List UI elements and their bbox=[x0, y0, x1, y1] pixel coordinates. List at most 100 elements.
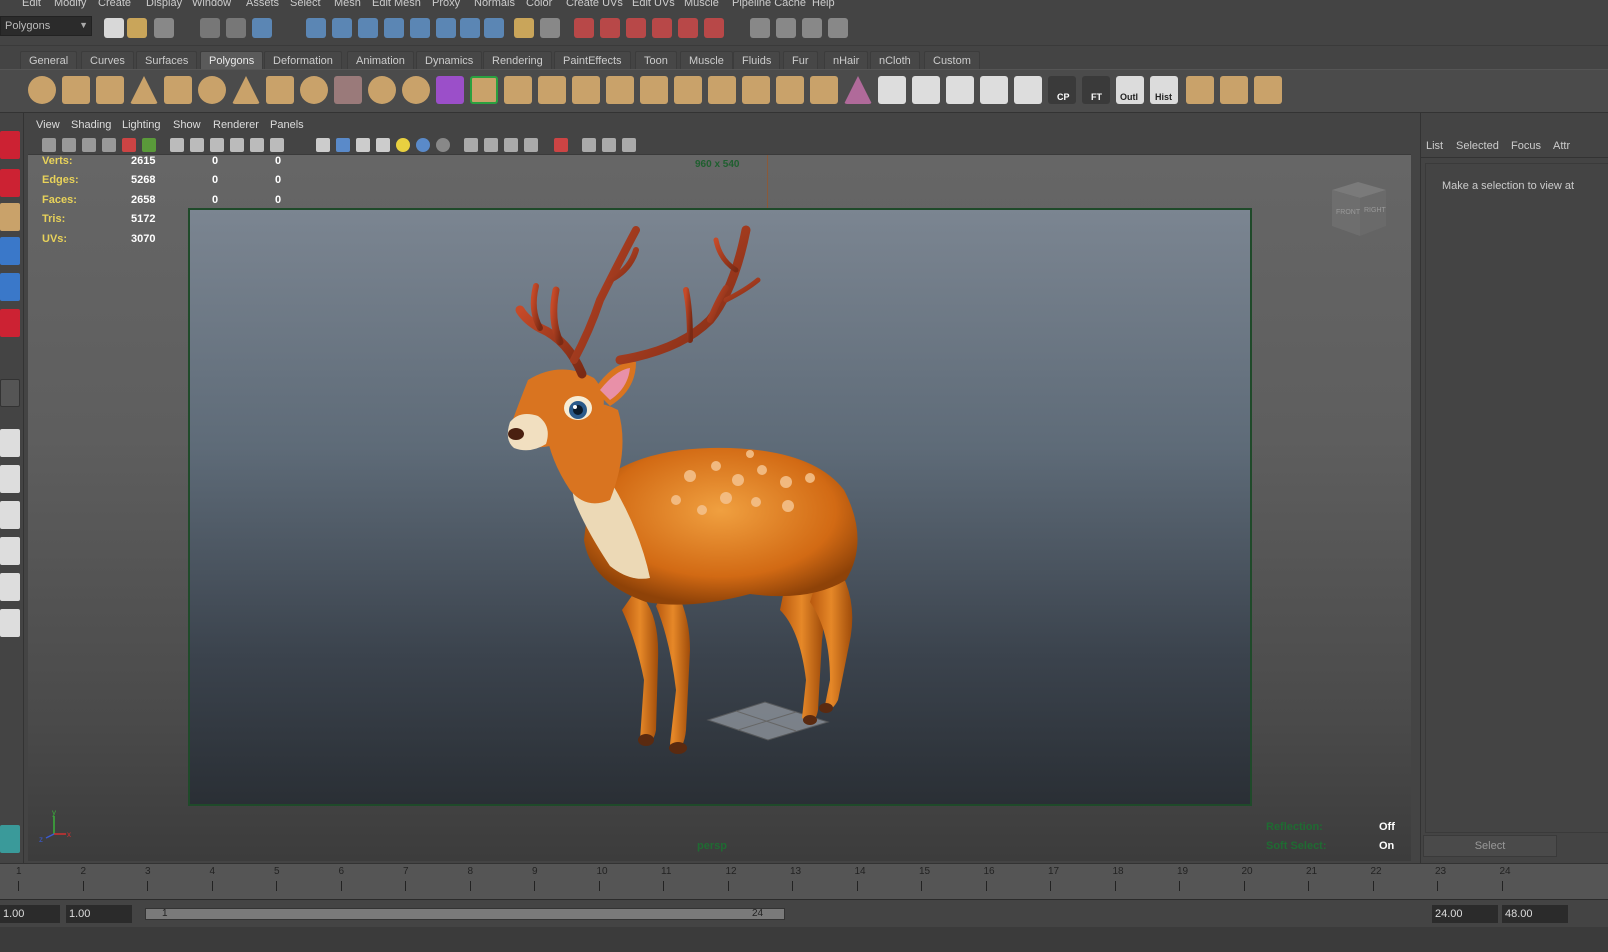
backface-culling-icon[interactable] bbox=[582, 138, 596, 152]
single-pane-layout-icon[interactable] bbox=[0, 429, 20, 457]
poly-sphere-icon[interactable] bbox=[28, 76, 56, 104]
grid-icon[interactable] bbox=[122, 138, 136, 152]
poly-cone-icon[interactable] bbox=[130, 76, 158, 104]
wireframe-icon[interactable] bbox=[316, 138, 330, 152]
select-camera-icon[interactable] bbox=[42, 138, 56, 152]
menu-display[interactable]: Display bbox=[146, 0, 182, 9]
shelf-tab-nhair[interactable]: nHair bbox=[824, 51, 869, 69]
deer-model[interactable] bbox=[190, 210, 1254, 808]
motion-blur-icon[interactable] bbox=[622, 138, 636, 152]
default-lighting-icon[interactable] bbox=[396, 138, 410, 152]
lock-selection-icon[interactable] bbox=[514, 18, 534, 38]
menu-window[interactable]: Window bbox=[192, 0, 231, 9]
automatic-map-icon[interactable] bbox=[980, 76, 1008, 104]
panel-menu-shading[interactable]: Shading bbox=[71, 119, 111, 131]
shelf-tab-custom[interactable]: Custom bbox=[924, 51, 980, 69]
playback-end-field[interactable]: 24.00 bbox=[1432, 905, 1498, 923]
select-dynamics-icon[interactable] bbox=[436, 18, 456, 38]
menu-muscle[interactable]: Muscle bbox=[684, 0, 719, 9]
smooth-wireframe-icon[interactable] bbox=[602, 138, 616, 152]
camera-attributes-icon[interactable] bbox=[62, 138, 76, 152]
select-handles-icon[interactable] bbox=[306, 18, 326, 38]
poly-plane-icon[interactable] bbox=[164, 76, 192, 104]
poly-cube-icon[interactable] bbox=[62, 76, 90, 104]
poly-pyramid-icon[interactable] bbox=[232, 76, 260, 104]
highlight-selection-icon[interactable] bbox=[540, 18, 560, 38]
shelf-tab-ncloth[interactable]: nCloth bbox=[870, 51, 920, 69]
reverse-normals-icon[interactable] bbox=[1220, 76, 1248, 104]
mirror-icon[interactable] bbox=[1186, 76, 1214, 104]
xray-icon[interactable] bbox=[464, 138, 478, 152]
bridge-icon[interactable] bbox=[504, 76, 532, 104]
xray-joints-icon[interactable] bbox=[484, 138, 498, 152]
panel-menu-view[interactable]: View bbox=[36, 119, 60, 131]
lasso-tool-icon[interactable] bbox=[0, 169, 20, 197]
bookmarks-icon[interactable] bbox=[82, 138, 96, 152]
shelf-tab-dynamics[interactable]: Dynamics bbox=[416, 51, 483, 69]
poly-pipe-icon[interactable] bbox=[266, 76, 294, 104]
menu-pipeline-cache[interactable]: Pipeline Cache bbox=[732, 0, 806, 9]
menu-color[interactable]: Color bbox=[526, 0, 552, 9]
smooth-shade-icon[interactable] bbox=[336, 138, 350, 152]
shelf-tab-polygons[interactable]: Polygons bbox=[200, 51, 264, 69]
shelf-tab-animation[interactable]: Animation bbox=[347, 51, 414, 69]
select-component-icon[interactable] bbox=[252, 18, 272, 38]
uv-editor-icon[interactable] bbox=[1014, 76, 1042, 104]
shelf-tab-painteffects[interactable]: PaintEffects bbox=[554, 51, 631, 69]
scale-tool-icon[interactable] bbox=[0, 309, 20, 337]
sculpt-icon[interactable] bbox=[844, 76, 872, 104]
poly-soccer-ball-icon[interactable] bbox=[300, 76, 328, 104]
film-gate-icon[interactable] bbox=[142, 138, 156, 152]
menu-help[interactable]: Help bbox=[812, 0, 835, 9]
select-hierarchy-icon[interactable] bbox=[200, 18, 220, 38]
render-frame-icon[interactable] bbox=[776, 18, 796, 38]
shelf-tab-rendering[interactable]: Rendering bbox=[483, 51, 552, 69]
menu-edit[interactable]: Edit bbox=[22, 0, 41, 9]
safe-title-icon[interactable] bbox=[250, 138, 264, 152]
textured-icon[interactable] bbox=[376, 138, 390, 152]
panel-menu-renderer[interactable]: Renderer bbox=[213, 119, 259, 131]
persp-graph-layout-icon[interactable] bbox=[0, 537, 20, 565]
shadows-icon[interactable] bbox=[436, 138, 450, 152]
end-time-field[interactable]: 48.00 bbox=[1502, 905, 1568, 923]
last-tool-icon[interactable] bbox=[0, 379, 20, 407]
text-icon[interactable] bbox=[270, 138, 284, 152]
menu-normals[interactable]: Normals bbox=[474, 0, 515, 9]
cut-faces-icon[interactable] bbox=[1254, 76, 1282, 104]
select-curves-icon[interactable] bbox=[358, 18, 378, 38]
poly-cylinder-icon[interactable] bbox=[96, 76, 124, 104]
select-rendering-icon[interactable] bbox=[460, 18, 480, 38]
ipr-render-icon[interactable] bbox=[802, 18, 822, 38]
time-slider[interactable]: 1 2 3 4 5 6 7 8 9 10 11 12 13 14 15 16 17 18 19 20 21 22 23 24 bbox=[0, 863, 1608, 899]
four-pane-layout-icon[interactable] bbox=[0, 465, 20, 493]
persp-graph-outliner-layout-icon[interactable] bbox=[0, 609, 20, 637]
menu-mesh[interactable]: Mesh bbox=[334, 0, 361, 9]
shelf-tab-curves[interactable]: Curves bbox=[81, 51, 134, 69]
menu-proxy[interactable]: Proxy bbox=[432, 0, 460, 9]
resolution-gate-icon[interactable] bbox=[170, 138, 184, 152]
isolate-select-icon[interactable] bbox=[554, 138, 568, 152]
menu-modify[interactable]: Modify bbox=[54, 0, 86, 9]
rotate-tool-icon[interactable] bbox=[0, 273, 20, 301]
gate-mask-icon[interactable] bbox=[190, 138, 204, 152]
persp-viewport[interactable]: Verts: 2615 0 0 Edges: 5268 0 0 Faces: 2… bbox=[28, 155, 1411, 861]
safe-action-icon[interactable] bbox=[230, 138, 244, 152]
panel-menu-show[interactable]: Show bbox=[173, 119, 201, 131]
render-view-icon[interactable] bbox=[750, 18, 770, 38]
view-cube[interactable]: FRONT RIGHT bbox=[1326, 180, 1390, 238]
shelf-tab-deformation[interactable]: Deformation bbox=[264, 51, 342, 69]
select-button[interactable]: Select bbox=[1423, 835, 1557, 857]
shelf-tab-surfaces[interactable]: Surfaces bbox=[136, 51, 198, 69]
render-settings-icon[interactable] bbox=[828, 18, 848, 38]
menu-edit-mesh[interactable]: Edit Mesh bbox=[372, 0, 421, 9]
shelf-tab-general[interactable]: General bbox=[20, 51, 78, 69]
collapse-icon[interactable] bbox=[708, 76, 736, 104]
wedge-icon[interactable] bbox=[810, 76, 838, 104]
shelf-tab-muscle[interactable]: Muscle bbox=[680, 51, 733, 69]
paint-select-tool-icon[interactable] bbox=[0, 203, 20, 231]
planar-map-icon[interactable] bbox=[878, 76, 906, 104]
extrude-icon[interactable] bbox=[470, 76, 498, 104]
xray-active-icon[interactable] bbox=[504, 138, 518, 152]
field-chart-icon[interactable] bbox=[210, 138, 224, 152]
poly-torus-icon[interactable] bbox=[198, 76, 226, 104]
